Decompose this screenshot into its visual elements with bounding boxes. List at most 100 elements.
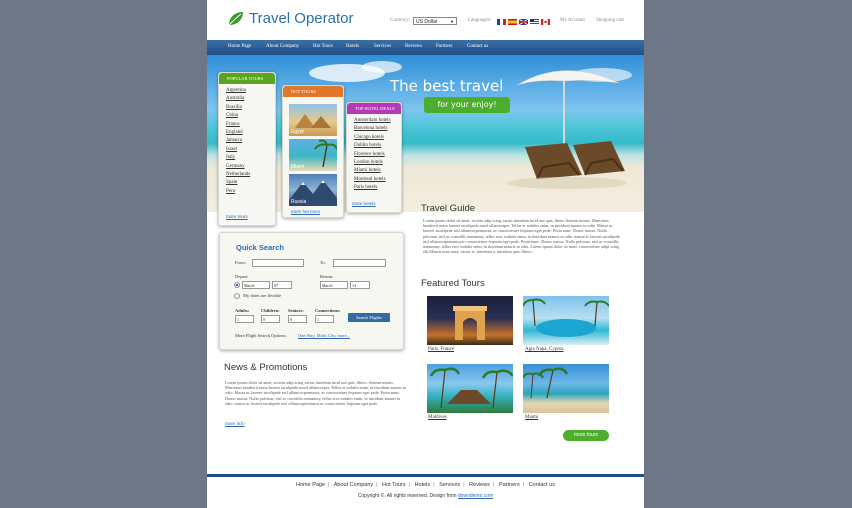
tour-caption[interactable]: Agia Napa, Cyprus [525, 347, 563, 352]
depart-month-value: March [244, 283, 255, 288]
nav-hot-tours[interactable]: Hot Tours [313, 44, 333, 49]
top-hotels-title: TOP HOTEL DEALS [355, 106, 395, 111]
footer-link-services[interactable]: Services [439, 482, 460, 488]
adults-value: 1 [237, 317, 239, 322]
flexible-radio[interactable] [234, 293, 240, 299]
footer-link-contact[interactable]: Contact us [529, 482, 555, 488]
thumb-russia[interactable]: Russia [289, 174, 337, 206]
more-options-link[interactable]: One Way, Multi City, more... [298, 333, 350, 338]
list-item[interactable]: China [226, 112, 275, 120]
copyright-text: Copyright ©. All rights reserved. Design… [357, 493, 457, 499]
currency-label: Currency: [390, 18, 410, 23]
hero-title: The best travel [390, 77, 504, 95]
depart-day-select[interactable]: 07 [272, 281, 292, 289]
more-info-link[interactable]: more info [225, 422, 245, 427]
tour-caption[interactable]: Miami [525, 415, 538, 420]
footer-link-home[interactable]: Home Page [296, 482, 325, 488]
list-item[interactable]: Germany [226, 163, 275, 171]
hero-enjoy-button[interactable]: for your enjoy! [424, 97, 510, 113]
nav-home[interactable]: Home Page [228, 44, 251, 49]
tour-maldives-image[interactable] [427, 364, 514, 413]
depart-radio[interactable] [234, 282, 240, 288]
copyright-link[interactable]: downdemo.com [458, 493, 493, 499]
list-item[interactable]: Peru [226, 188, 275, 196]
tour-miami-image[interactable] [522, 364, 609, 413]
children-value: 0 [263, 317, 265, 322]
list-item[interactable]: Spain [226, 179, 275, 187]
list-item[interactable]: Florence hotels [354, 151, 401, 159]
list-item[interactable]: Italy [226, 154, 275, 162]
more-tours-link[interactable]: more tours [226, 215, 248, 220]
list-item[interactable]: France [226, 121, 275, 129]
more-hot-tours-link[interactable]: more hot tours [291, 210, 320, 215]
separator: | [522, 482, 525, 488]
shopping-cart-link[interactable]: Shopping cart [596, 18, 624, 23]
list-item[interactable]: Amsterdam hotels [354, 117, 401, 125]
list-item[interactable]: Brazilia [226, 104, 275, 112]
footer-link-hot-tours[interactable]: Hot Tours [382, 482, 405, 488]
news-text: Lorem ipsum dolor sit amet, sectetu adip… [225, 380, 407, 406]
more-featured-tours-button[interactable]: more tours [563, 430, 609, 441]
list-item[interactable]: London hotels [354, 159, 401, 167]
tour-paris-image[interactable] [427, 296, 513, 345]
flag-canada-icon[interactable] [541, 19, 550, 25]
depart-month-select[interactable]: March [242, 281, 270, 289]
children-select[interactable]: 0 [261, 315, 280, 323]
featured-tours-title: Featured Tours [421, 278, 485, 289]
list-item[interactable]: Jamaica [226, 137, 275, 145]
list-item[interactable]: Paris hotels [354, 184, 401, 192]
logo[interactable]: Travel Operator [227, 10, 353, 27]
flag-france-icon[interactable] [497, 19, 506, 25]
footer-link-reviews[interactable]: Reviews [469, 482, 490, 488]
footer-link-hotels[interactable]: Hotels [415, 482, 431, 488]
search-flights-button[interactable]: Search Flights [348, 313, 390, 322]
return-day-value: 14 [352, 283, 356, 288]
list-item[interactable]: Dublin hotels [354, 142, 401, 150]
flag-uk-icon[interactable] [519, 19, 528, 25]
connections-select[interactable]: 1 [315, 315, 334, 323]
top-hotels-header: TOP HOTEL DEALS [347, 103, 401, 114]
currency-select[interactable]: US Dollar ▼ [413, 17, 457, 25]
return-month-select[interactable]: March [320, 281, 348, 289]
list-item[interactable]: Montreal hotels [354, 176, 401, 184]
list-item[interactable]: Chicago hotels [354, 134, 401, 142]
list-item[interactable]: Miami hotels [354, 167, 401, 175]
list-item[interactable]: Barcelona hotels [354, 125, 401, 133]
popular-tours-header: POPULAR TOURS [219, 73, 275, 84]
list-item[interactable]: Israel [226, 146, 275, 154]
more-options-label: More Flight Search Options: [235, 333, 287, 338]
footer-link-partners[interactable]: Partners [499, 482, 520, 488]
list-item[interactable]: Australia [226, 95, 275, 103]
nav-contact[interactable]: Contact us [467, 44, 488, 49]
thumb-miami[interactable]: Miami [289, 139, 338, 171]
footer-link-about[interactable]: About Company [334, 482, 373, 488]
list-item[interactable]: Netherlands [226, 171, 275, 179]
tour-caption[interactable]: Paris, France [428, 347, 454, 352]
nav-services[interactable]: Services [374, 44, 391, 49]
popular-tours-title: POPULAR TOURS [227, 76, 264, 81]
tour-caption[interactable]: Maldives [428, 415, 447, 420]
nav-hotels[interactable]: Hotels [346, 44, 359, 49]
flag-usa-icon[interactable] [530, 19, 539, 25]
list-item[interactable]: England [226, 129, 275, 137]
adults-select[interactable]: 1 [235, 315, 254, 323]
to-input[interactable] [333, 259, 386, 267]
flag-spain-icon[interactable] [508, 19, 517, 25]
list-item[interactable]: Argentina [226, 87, 275, 95]
adults-label: Adults: [235, 308, 250, 313]
tour-cyprus-image[interactable] [522, 296, 610, 345]
nav-reviews[interactable]: Reviews [405, 44, 422, 49]
my-account-link[interactable]: My Account [560, 18, 585, 23]
page-container: Travel Operator Currency: US Dollar ▼ Lan… [207, 0, 644, 508]
hot-tours-header: HOT TOURS [283, 86, 343, 97]
nav-partners[interactable]: Partners [436, 44, 452, 49]
nav-about[interactable]: About Company [266, 44, 299, 49]
seniors-value: 0 [290, 317, 292, 322]
return-day-select[interactable]: 14 [350, 281, 370, 289]
from-label: From: [235, 260, 247, 265]
seniors-select[interactable]: 0 [288, 315, 307, 323]
from-input[interactable] [252, 259, 304, 267]
currency-value: US Dollar [416, 19, 438, 25]
thumb-egypt[interactable]: Egypt [289, 104, 337, 136]
more-hotels-link[interactable]: more hotels [352, 202, 375, 207]
